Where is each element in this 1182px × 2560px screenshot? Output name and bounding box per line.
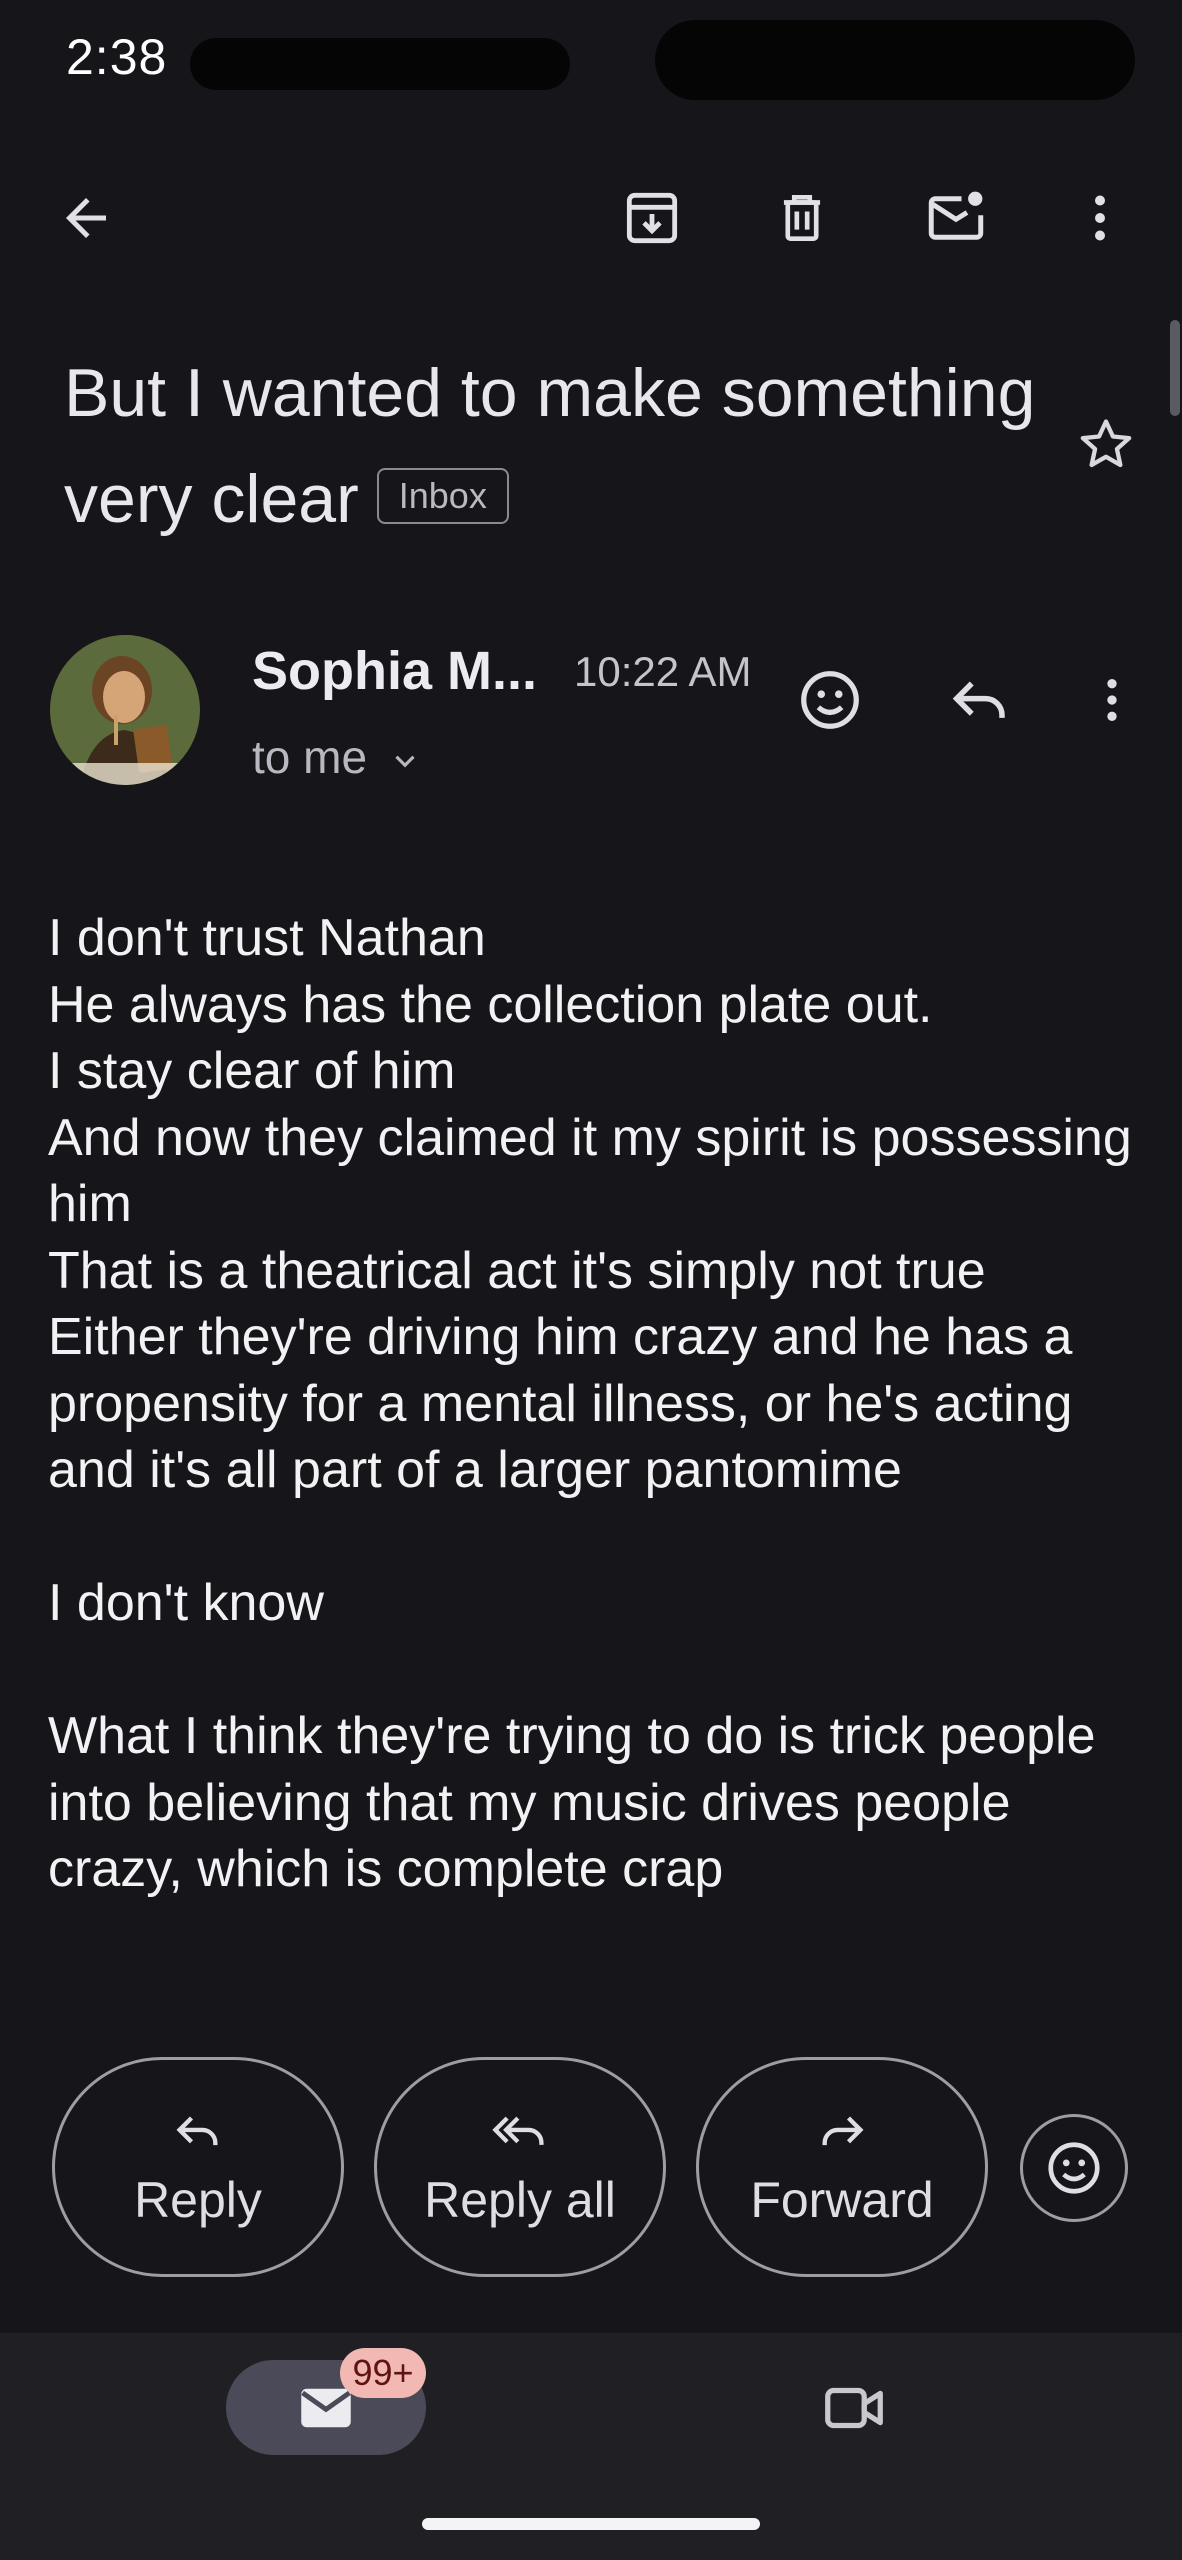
redacted-status-left	[190, 38, 570, 90]
reply-icon	[952, 681, 1005, 718]
message-more-button[interactable]	[1062, 650, 1162, 750]
add-reaction-icon	[801, 671, 859, 729]
star-button[interactable]	[1056, 395, 1156, 495]
arrow-back-icon	[66, 198, 106, 238]
forward-button-label: Forward	[750, 2172, 934, 2228]
nav-meet-tab[interactable]	[804, 2358, 904, 2458]
reply-icon	[176, 2116, 218, 2146]
video-icon	[825, 2387, 883, 2429]
scrollbar-thumb[interactable]	[1170, 320, 1180, 416]
email-body: I don't trust Nathan He always has the c…	[48, 909, 1132, 1898]
delete-icon	[783, 195, 821, 241]
delete-button[interactable]	[752, 168, 852, 268]
avatar-portrait	[50, 635, 200, 785]
sender-timestamp: 10:22 AM	[574, 648, 752, 695]
more-vert-icon	[1107, 679, 1117, 721]
add-reaction-icon	[1048, 2142, 1100, 2194]
add-reaction-button[interactable]	[780, 650, 880, 750]
reply-all-icon	[492, 2116, 544, 2145]
sender-name[interactable]: Sophia M...	[252, 640, 537, 702]
forward-icon	[822, 2116, 864, 2146]
back-button[interactable]	[36, 168, 136, 268]
more-options-button[interactable]	[1050, 168, 1150, 268]
chevron-down-icon	[395, 755, 415, 768]
sender-avatar[interactable]	[50, 635, 200, 785]
reply-button-label: Reply	[134, 2172, 262, 2228]
subject-text: But I wanted to make something very clea…	[64, 355, 1036, 537]
reply-header-button[interactable]	[930, 650, 1030, 750]
unread-count-badge: 99+	[340, 2348, 426, 2398]
redacted-status-right	[655, 20, 1135, 100]
recipient-label: to me	[252, 731, 368, 783]
status-time: 2:38	[66, 29, 168, 85]
mark-unread-button[interactable]	[906, 168, 1006, 268]
reply-button[interactable]: Reply	[52, 2057, 344, 2277]
reply-all-button[interactable]: Reply all	[374, 2057, 666, 2277]
recipient-dropdown[interactable]: to me	[252, 730, 422, 784]
reply-all-button-label: Reply all	[424, 2172, 616, 2228]
star-icon	[1080, 419, 1132, 468]
add-reaction-footer-button[interactable]	[1020, 2114, 1128, 2222]
email-subject: But I wanted to make something very clea…	[64, 340, 1044, 552]
archive-icon	[626, 192, 678, 244]
archive-button[interactable]	[602, 168, 702, 268]
forward-button[interactable]: Forward	[696, 2057, 988, 2277]
gesture-home-bar[interactable]	[422, 2518, 760, 2530]
more-vert-icon	[1095, 195, 1105, 241]
mark-unread-icon	[928, 191, 984, 240]
inbox-label-badge[interactable]: Inbox	[376, 468, 509, 525]
